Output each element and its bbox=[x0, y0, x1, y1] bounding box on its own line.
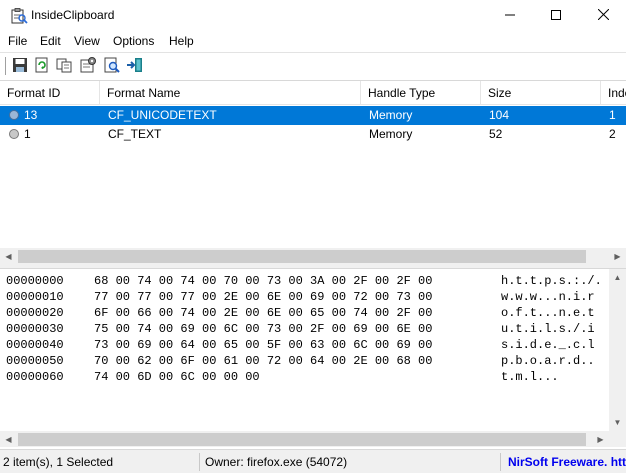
column-format-name[interactable]: Format Name bbox=[100, 81, 361, 105]
hex-bytes: 73 00 69 00 64 00 65 00 5F 00 63 00 6C 0… bbox=[94, 338, 433, 352]
hex-ascii: p.b.o.a.r.d.. bbox=[501, 354, 595, 368]
column-index[interactable]: Index bbox=[601, 81, 626, 105]
toolbar-separator bbox=[5, 57, 6, 75]
column-size[interactable]: Size bbox=[481, 81, 601, 105]
save-button[interactable] bbox=[11, 56, 29, 74]
column-handle-type[interactable]: Handle Type bbox=[361, 81, 481, 105]
scroll-left-icon[interactable]: ◀ bbox=[0, 248, 17, 264]
exit-icon bbox=[126, 58, 144, 77]
hex-offset: 00000000 bbox=[6, 274, 64, 288]
scroll-right-icon[interactable]: ▶ bbox=[592, 431, 609, 447]
format-list[interactable]: Format ID Format Name Handle Type Size I… bbox=[0, 80, 626, 264]
hex-bytes: 75 00 74 00 69 00 6C 00 73 00 2F 00 69 0… bbox=[94, 322, 433, 336]
hex-bytes: 74 00 6D 00 6C 00 00 00 bbox=[94, 370, 260, 384]
cell-size: 52 bbox=[489, 127, 503, 141]
properties-icon bbox=[79, 57, 97, 77]
close-icon bbox=[597, 8, 609, 23]
properties-button[interactable] bbox=[79, 56, 97, 74]
status-divider bbox=[500, 453, 501, 471]
hex-offset: 00000020 bbox=[6, 306, 64, 320]
hex-offset: 00000050 bbox=[6, 354, 64, 368]
hex-line: 00000040 73 00 69 00 64 00 65 00 5F 00 6… bbox=[6, 338, 595, 354]
save-icon bbox=[11, 58, 29, 77]
hex-line: 00000060 74 00 6D 00 6C 00 00 00 t.m.l..… bbox=[6, 370, 559, 386]
hex-bytes: 68 00 74 00 74 00 70 00 73 00 3A 00 2F 0… bbox=[94, 274, 433, 288]
menu-help[interactable]: Help bbox=[169, 34, 194, 48]
toolbar bbox=[0, 52, 626, 78]
nirsoft-link[interactable]: NirSoft Freeware. htt bbox=[508, 450, 626, 473]
hex-line: 00000030 75 00 74 00 69 00 6C 00 73 00 2… bbox=[6, 322, 595, 338]
hex-view[interactable]: 00000000 68 00 74 00 74 00 70 00 73 00 3… bbox=[0, 268, 626, 447]
maximize-icon bbox=[551, 9, 561, 23]
hex-ascii: u.t.i.l.s./.i bbox=[501, 322, 595, 336]
find-button[interactable] bbox=[103, 56, 121, 74]
hex-line: 00000000 68 00 74 00 74 00 70 00 73 00 3… bbox=[6, 274, 602, 290]
scroll-up-icon[interactable]: ▲ bbox=[609, 269, 626, 286]
column-format-id[interactable]: Format ID bbox=[0, 81, 100, 105]
table-row[interactable]: 13 CF_UNICODETEXT Memory 104 1 bbox=[0, 106, 626, 125]
table-row[interactable]: 1 CF_TEXT Memory 52 2 bbox=[0, 125, 626, 144]
scrollbar-thumb[interactable] bbox=[18, 250, 586, 263]
cell-format-name: CF_TEXT bbox=[108, 127, 162, 141]
hex-offset: 00000040 bbox=[6, 338, 64, 352]
status-item-count: 2 item(s), 1 Selected bbox=[3, 455, 114, 469]
hex-bytes: 77 00 77 00 77 00 2E 00 6E 00 69 00 72 0… bbox=[94, 290, 433, 304]
hex-line: 00000050 70 00 62 00 6F 00 61 00 72 00 6… bbox=[6, 354, 595, 370]
hex-line: 00000010 77 00 77 00 77 00 2E 00 6E 00 6… bbox=[6, 290, 595, 306]
hex-horizontal-scrollbar[interactable]: ◀ ▶ bbox=[0, 431, 626, 447]
hex-ascii: o.f.t...n.e.t bbox=[501, 306, 595, 320]
scroll-left-icon[interactable]: ◀ bbox=[0, 431, 17, 447]
menu-options[interactable]: Options bbox=[113, 34, 154, 48]
cell-index: 2 bbox=[609, 127, 616, 141]
hex-ascii: h.t.t.p.s.:./. bbox=[501, 274, 602, 288]
hex-vertical-scrollbar[interactable]: ▲ ▼ bbox=[609, 269, 626, 431]
list-header: Format ID Format Name Handle Type Size I… bbox=[0, 81, 626, 105]
menu-file[interactable]: File bbox=[8, 34, 27, 48]
hex-ascii: w.w.w...n.i.r bbox=[501, 290, 595, 304]
close-button[interactable] bbox=[580, 0, 626, 31]
menu-edit[interactable]: Edit bbox=[40, 34, 61, 48]
hex-offset: 00000010 bbox=[6, 290, 64, 304]
cell-index: 1 bbox=[609, 108, 616, 122]
cell-format-id: 13 bbox=[24, 108, 38, 122]
copy-button[interactable] bbox=[55, 56, 73, 74]
scroll-down-icon[interactable]: ▼ bbox=[609, 414, 626, 431]
format-entry-icon bbox=[9, 129, 19, 139]
clipboard-magnifier-icon bbox=[10, 7, 28, 25]
hex-ascii: t.m.l... bbox=[501, 370, 559, 384]
status-divider bbox=[199, 453, 200, 471]
status-owner: Owner: firefox.exe (54072) bbox=[205, 455, 348, 469]
minimize-button[interactable] bbox=[487, 0, 533, 31]
title-bar[interactable]: InsideClipboard bbox=[0, 0, 626, 31]
cell-handle-type: Memory bbox=[369, 108, 413, 122]
refresh-icon bbox=[33, 57, 51, 77]
hex-bytes: 70 00 62 00 6F 00 61 00 72 00 64 00 2E 0… bbox=[94, 354, 433, 368]
menu-bar: File Edit View Options Help bbox=[0, 31, 626, 51]
status-bar: 2 item(s), 1 Selected Owner: firefox.exe… bbox=[0, 449, 626, 473]
refresh-button[interactable] bbox=[33, 56, 51, 74]
format-entry-icon bbox=[9, 110, 19, 120]
cell-handle-type: Memory bbox=[369, 127, 413, 141]
hex-bytes: 6F 00 66 00 74 00 2E 00 6E 00 65 00 74 0… bbox=[94, 306, 433, 320]
scroll-right-icon[interactable]: ▶ bbox=[609, 248, 626, 264]
exit-button[interactable] bbox=[126, 56, 144, 74]
cell-size: 104 bbox=[489, 108, 510, 122]
cell-format-name: CF_UNICODETEXT bbox=[108, 108, 217, 122]
window-title: InsideClipboard bbox=[31, 8, 115, 22]
scrollbar-thumb[interactable] bbox=[18, 433, 586, 446]
find-icon bbox=[103, 57, 121, 77]
minimize-icon bbox=[505, 9, 515, 23]
hex-offset: 00000030 bbox=[6, 322, 64, 336]
menu-view[interactable]: View bbox=[74, 34, 100, 48]
cell-format-id: 1 bbox=[24, 127, 31, 141]
copy-icon bbox=[55, 58, 73, 77]
hex-offset: 00000060 bbox=[6, 370, 64, 384]
list-horizontal-scrollbar[interactable]: ◀ ▶ bbox=[0, 248, 626, 264]
maximize-button[interactable] bbox=[533, 0, 579, 31]
hex-ascii: s.i.d.e._.c.l bbox=[501, 338, 595, 352]
hex-line: 00000020 6F 00 66 00 74 00 2E 00 6E 00 6… bbox=[6, 306, 595, 322]
